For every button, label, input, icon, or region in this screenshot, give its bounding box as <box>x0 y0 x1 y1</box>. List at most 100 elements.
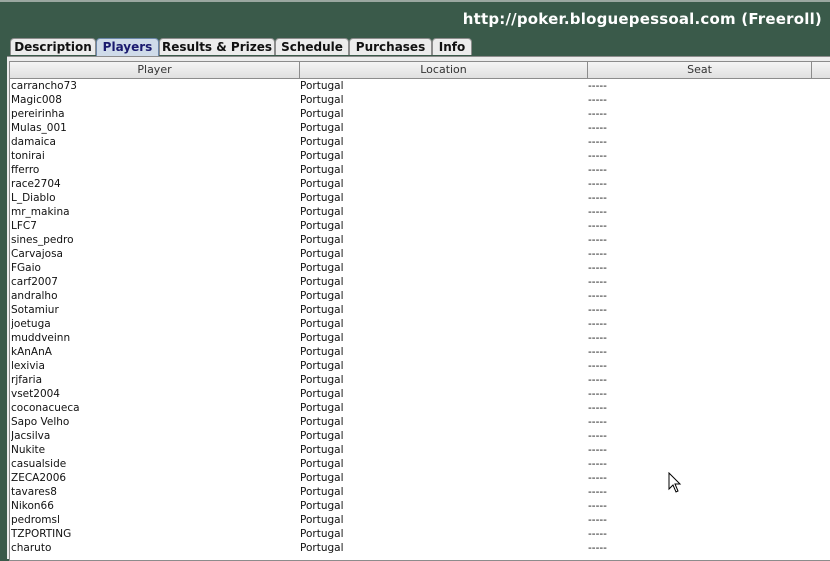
table-row[interactable]: Mulas_001 Portugal ----- <box>10 121 830 135</box>
location-cell: Portugal <box>300 402 344 414</box>
seat-cell: ----- <box>588 374 607 386</box>
table-row[interactable]: ZECA2006 Portugal ----- <box>10 471 830 485</box>
table-row[interactable]: FGaio Portugal ----- <box>10 261 830 275</box>
table-row[interactable]: casualside Portugal ----- <box>10 457 830 471</box>
table-row[interactable]: carf2007 Portugal ----- <box>10 275 830 289</box>
seat-cell: ----- <box>588 332 607 344</box>
seat-cell: ----- <box>588 164 607 176</box>
table-row[interactable]: Sotamiur Portugal ----- <box>10 303 830 317</box>
table-body: carrancho73 Portugal ----- Magic008 Portugal… <box>10 79 830 555</box>
table-row[interactable]: Jacsilva Portugal ----- <box>10 429 830 443</box>
location-cell: Portugal <box>300 290 344 302</box>
seat-cell: ----- <box>588 290 607 302</box>
column-header-player[interactable]: Player <box>10 62 300 78</box>
seat-cell: ----- <box>588 94 607 106</box>
location-cell: Portugal <box>300 262 344 274</box>
column-header-seat[interactable]: Seat <box>588 62 812 78</box>
column-header-location[interactable]: Location <box>300 62 588 78</box>
location-cell: Portugal <box>300 80 344 92</box>
table-row[interactable]: LFC7 Portugal ----- <box>10 219 830 233</box>
player-cell: L_Diablo <box>11 192 56 204</box>
table-row[interactable]: Nikon66 Portugal ----- <box>10 499 830 513</box>
player-cell: ZECA2006 <box>11 472 67 484</box>
player-cell: casualside <box>11 458 67 470</box>
seat-cell: ----- <box>588 542 607 554</box>
player-cell: Sotamiur <box>11 304 59 316</box>
location-cell: Portugal <box>300 192 344 204</box>
table-row[interactable]: sines_pedro Portugal ----- <box>10 233 830 247</box>
location-cell: Portugal <box>300 528 344 540</box>
table-row[interactable]: fferro Portugal ----- <box>10 163 830 177</box>
player-cell: Carvajosa <box>11 248 63 260</box>
table-header: Player Location Seat <box>10 62 830 79</box>
player-cell: lexivia <box>11 360 45 372</box>
player-cell: pereirinha <box>11 108 65 120</box>
table-row[interactable]: Carvajosa Portugal ----- <box>10 247 830 261</box>
table-row[interactable]: coconacueca Portugal ----- <box>10 401 830 415</box>
tab-results-prizes[interactable]: Results & Prizes <box>159 38 275 55</box>
table-row[interactable]: rjfaria Portugal ----- <box>10 373 830 387</box>
table-row[interactable]: joetuga Portugal ----- <box>10 317 830 331</box>
table-row[interactable]: charuto Portugal ----- <box>10 541 830 555</box>
player-cell: rjfaria <box>11 374 43 386</box>
tab-schedule[interactable]: Schedule <box>275 38 349 55</box>
tab-info[interactable]: Info <box>432 38 472 55</box>
table-row[interactable]: tonirai Portugal ----- <box>10 149 830 163</box>
seat-cell: ----- <box>588 178 607 190</box>
seat-cell: ----- <box>588 500 607 512</box>
player-cell: TZPORTING <box>11 528 72 540</box>
location-cell: Portugal <box>300 206 344 218</box>
table-row[interactable]: race2704 Portugal ----- <box>10 177 830 191</box>
player-cell: sines_pedro <box>11 234 74 246</box>
table-row[interactable]: mr_makina Portugal ----- <box>10 205 830 219</box>
location-cell: Portugal <box>300 122 344 134</box>
location-cell: Portugal <box>300 388 344 400</box>
page-title: http://poker.bloguepessoal.com (Freeroll… <box>462 10 822 28</box>
seat-cell: ----- <box>588 346 607 358</box>
tab-description[interactable]: Description <box>10 38 96 55</box>
table-row[interactable]: carrancho73 Portugal ----- <box>10 79 830 93</box>
seat-cell: ----- <box>588 402 607 414</box>
table-row[interactable]: andralho Portugal ----- <box>10 289 830 303</box>
table-row[interactable]: Magic008 Portugal ----- <box>10 93 830 107</box>
tab-players[interactable]: Players <box>96 38 159 57</box>
table-row[interactable]: kAnAnA Portugal ----- <box>10 345 830 359</box>
player-cell: coconacueca <box>11 402 80 414</box>
player-cell: muddveinn <box>11 332 71 344</box>
table-row[interactable]: pedromsl Portugal ----- <box>10 513 830 527</box>
player-cell: tavares8 <box>11 486 57 498</box>
mouse-cursor-icon <box>668 472 682 493</box>
table-row[interactable]: tavares8 Portugal ----- <box>10 485 830 499</box>
location-cell: Portugal <box>300 150 344 162</box>
player-cell: kAnAnA <box>11 346 52 358</box>
table-row[interactable]: Sapo Velho Portugal ----- <box>10 415 830 429</box>
location-cell: Portugal <box>300 304 344 316</box>
location-cell: Portugal <box>300 374 344 386</box>
player-cell: Jacsilva <box>11 430 51 442</box>
table-row[interactable]: damaica Portugal ----- <box>10 135 830 149</box>
table-row[interactable]: TZPORTING Portugal ----- <box>10 527 830 541</box>
player-cell: vset2004 <box>11 388 60 400</box>
header-bar: http://poker.bloguepessoal.com (Freeroll… <box>0 2 830 37</box>
seat-cell: ----- <box>588 150 607 162</box>
player-cell: Nukite <box>11 444 46 456</box>
seat-cell: ----- <box>588 206 607 218</box>
table-row[interactable]: muddveinn Portugal ----- <box>10 331 830 345</box>
tab-purchases[interactable]: Purchases <box>349 38 432 55</box>
player-cell: Sapo Velho <box>11 416 70 428</box>
table-row[interactable]: Nukite Portugal ----- <box>10 443 830 457</box>
player-cell: mr_makina <box>11 206 70 218</box>
location-cell: Portugal <box>300 94 344 106</box>
player-cell: LFC7 <box>11 220 37 232</box>
player-cell: Magic008 <box>11 94 62 106</box>
player-cell: Mulas_001 <box>11 122 67 134</box>
player-cell: damaica <box>11 136 56 148</box>
seat-cell: ----- <box>588 472 607 484</box>
seat-cell: ----- <box>588 458 607 470</box>
player-cell: charuto <box>11 542 52 554</box>
location-cell: Portugal <box>300 234 344 246</box>
table-row[interactable]: vset2004 Portugal ----- <box>10 387 830 401</box>
table-row[interactable]: lexivia Portugal ----- <box>10 359 830 373</box>
table-row[interactable]: pereirinha Portugal ----- <box>10 107 830 121</box>
table-row[interactable]: L_Diablo Portugal ----- <box>10 191 830 205</box>
